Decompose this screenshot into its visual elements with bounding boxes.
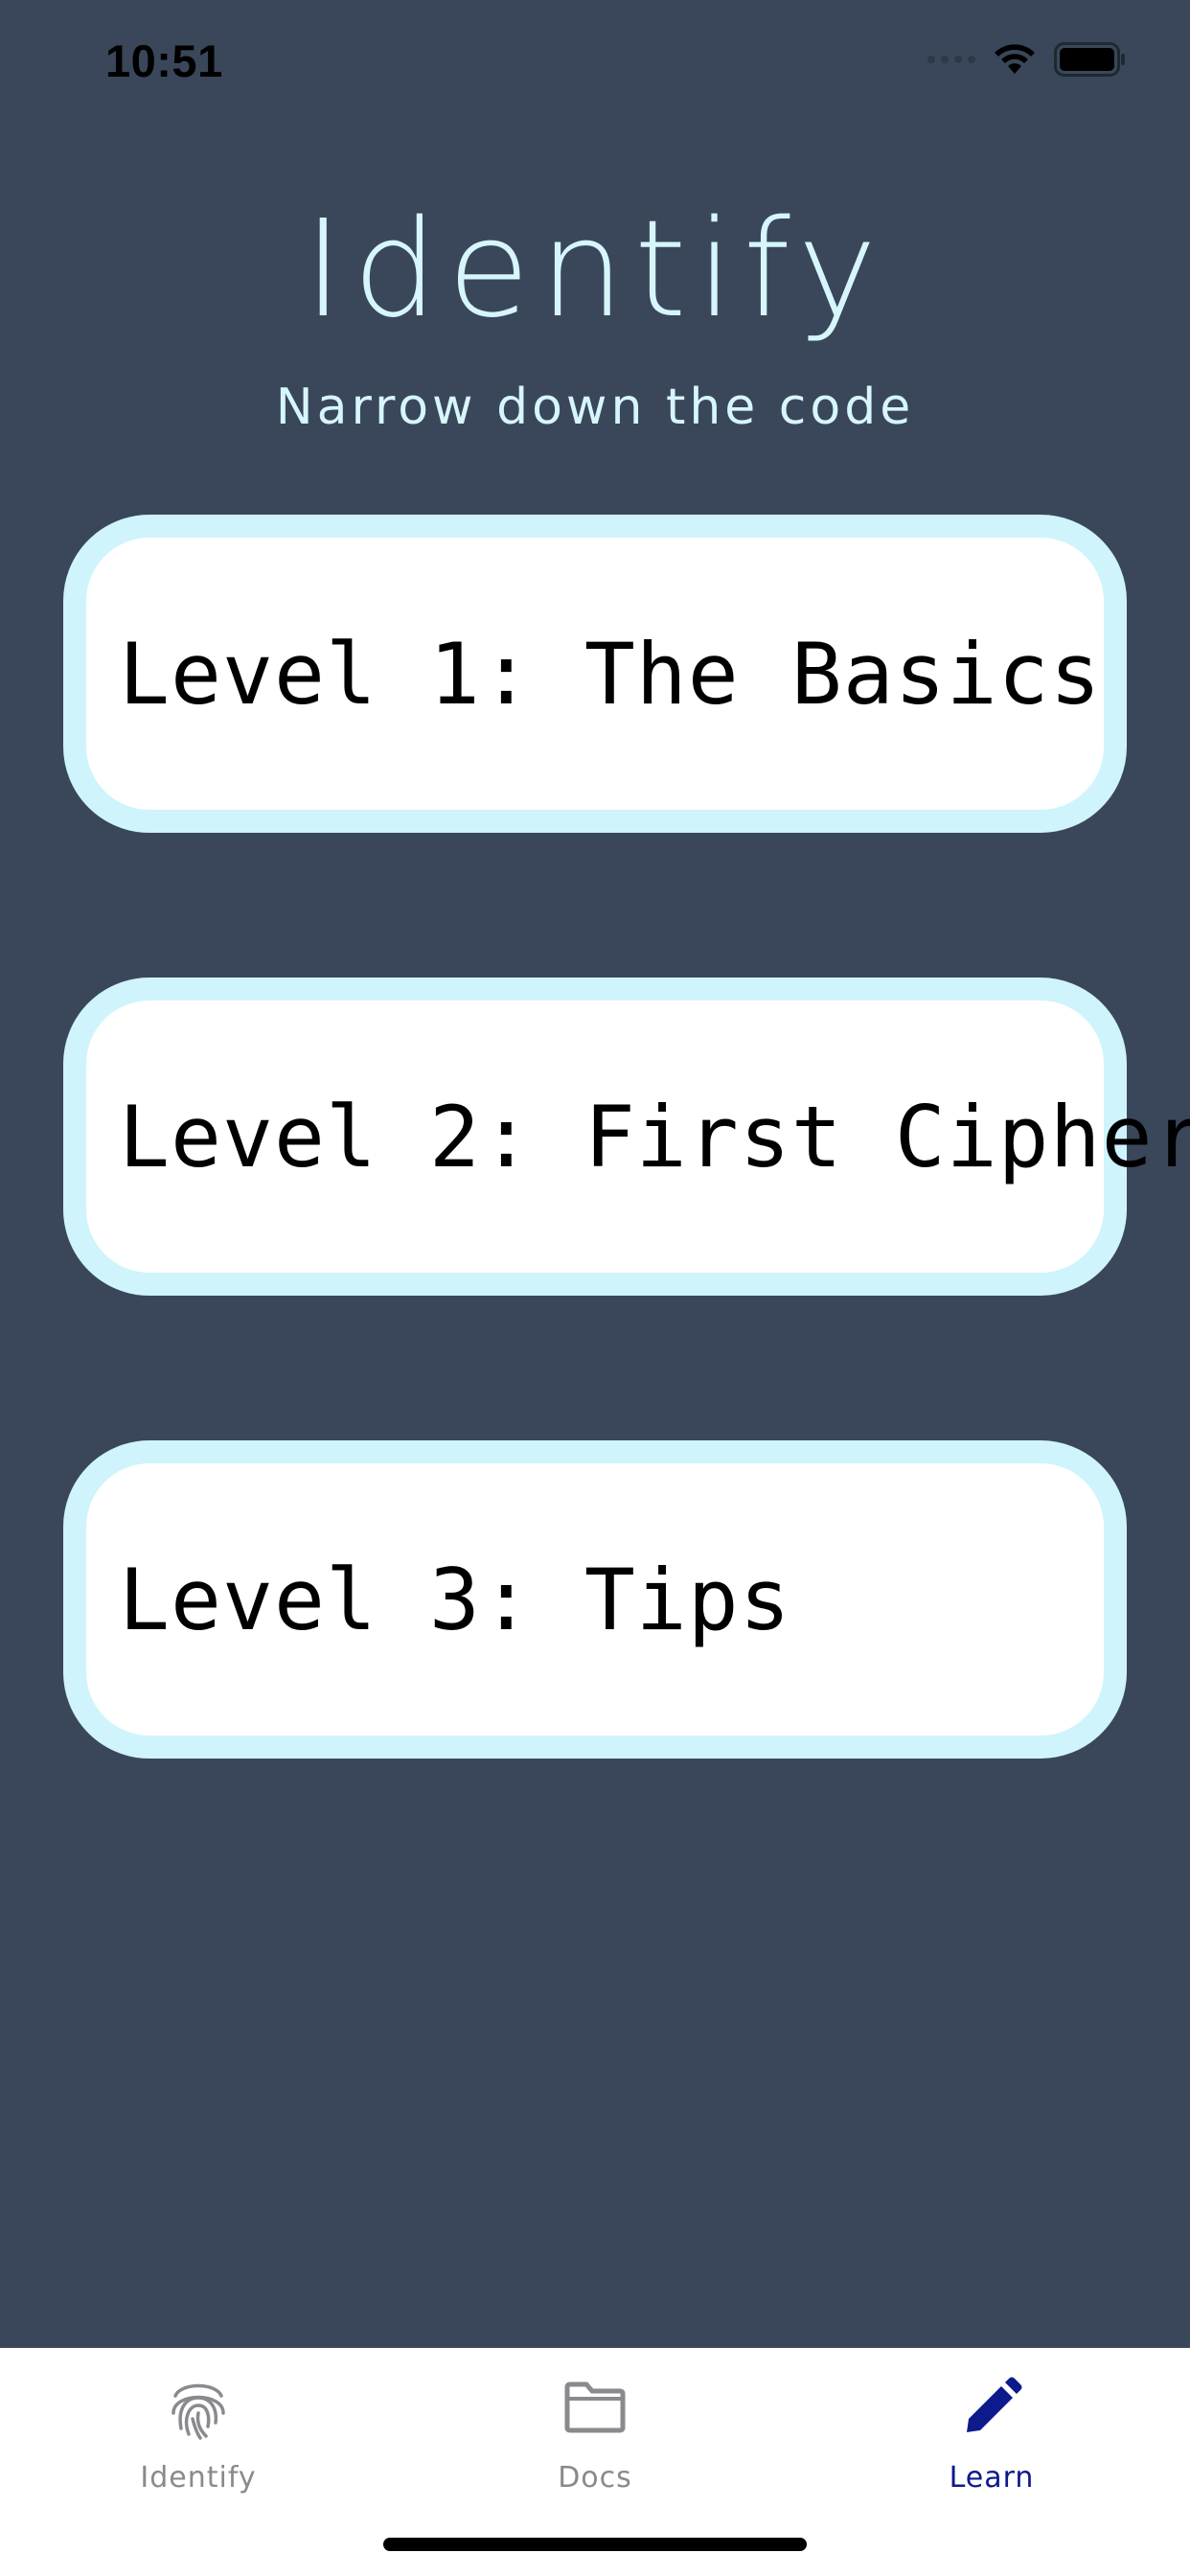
cellular-signal-icon: [927, 56, 975, 63]
page-title: Identify: [303, 192, 887, 348]
status-bar: 10:51: [0, 0, 1190, 134]
level-label: Level 1: The Basics: [119, 624, 1102, 724]
level-1-button[interactable]: Level 1: The Basics: [63, 515, 1127, 833]
fingerprint-icon: [160, 2369, 237, 2446]
tab-learn[interactable]: Learn: [793, 2348, 1190, 2540]
home-indicator: [383, 2538, 807, 2551]
battery-icon: [1054, 42, 1125, 77]
status-icons: [927, 42, 1127, 77]
status-time: 10:51: [105, 35, 223, 86]
tab-label: Learn: [949, 2461, 1035, 2495]
wifi-icon: [995, 44, 1035, 74]
tab-label: Identify: [140, 2461, 257, 2495]
level-label: Level 2: First Cipher: [119, 1087, 1190, 1186]
pencil-icon: [953, 2369, 1030, 2446]
page-subtitle: Narrow down the code: [275, 379, 915, 436]
level-label: Level 3: Tips: [119, 1550, 791, 1649]
level-3-button[interactable]: Level 3: Tips: [63, 1440, 1127, 1759]
tab-label: Docs: [558, 2461, 632, 2495]
tab-docs[interactable]: Docs: [397, 2348, 793, 2540]
tab-identify[interactable]: Identify: [0, 2348, 397, 2540]
folder-icon: [557, 2369, 633, 2446]
level-2-button[interactable]: Level 2: First Cipher: [63, 978, 1190, 1296]
